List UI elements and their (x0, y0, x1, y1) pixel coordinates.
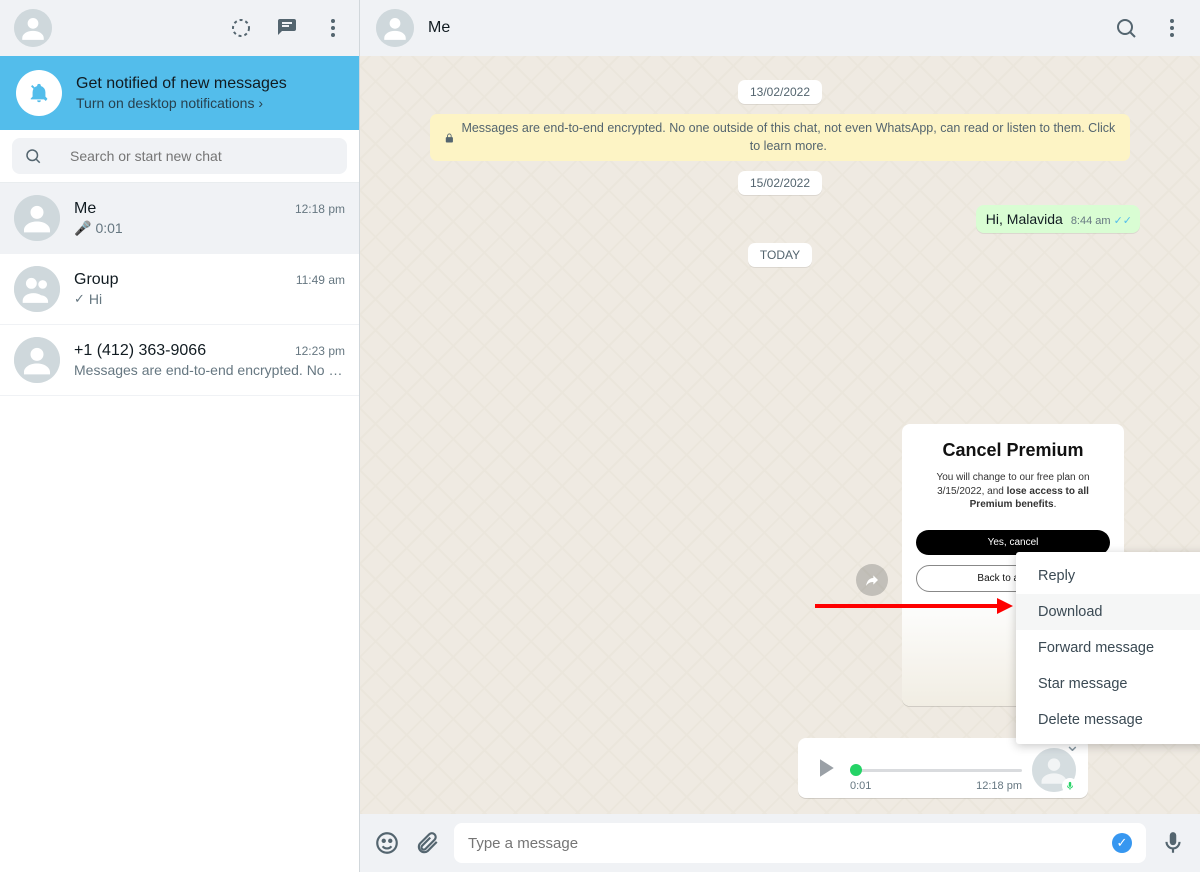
chat-time: 11:49 am (296, 273, 345, 287)
ctx-forward[interactable]: Forward message (1016, 630, 1200, 666)
encryption-text: Messages are end-to-end encrypted. No on… (461, 120, 1116, 155)
search-input[interactable] (70, 148, 335, 164)
read-ticks-icon: ✓✓ (1114, 214, 1132, 227)
avatar (14, 195, 60, 241)
send-badge-icon[interactable]: ✓ (1112, 833, 1132, 853)
lock-icon (444, 132, 455, 144)
chat-item-phone[interactable]: +1 (412) 363-9066 12:23 pm Messages are … (0, 325, 359, 396)
message-out[interactable]: Hi, Malavida 8:44 am ✓✓ (976, 205, 1140, 233)
chat-time: 12:18 pm (295, 202, 345, 216)
check-icon: ✓ (74, 291, 85, 307)
annotation-arrow (815, 604, 999, 608)
mic-record-icon[interactable] (1160, 830, 1186, 856)
chat-time: 12:23 pm (295, 344, 345, 358)
notif-title: Get notified of new messages (76, 75, 287, 93)
context-menu: Reply Download Forward message Star mess… (1016, 552, 1200, 744)
sidebar: Get notified of new messages Turn on des… (0, 0, 360, 872)
my-avatar[interactable] (14, 9, 52, 47)
search-box[interactable] (12, 138, 347, 174)
chat-snippet: Messages are end-to-end encrypted. No on… (74, 362, 345, 378)
date-chip: TODAY (748, 243, 812, 267)
sidebar-header (0, 0, 359, 56)
chat-avatar[interactable] (376, 9, 414, 47)
date-chip: 15/02/2022 (738, 171, 822, 195)
search-row (0, 130, 359, 183)
compose-input[interactable] (468, 835, 1100, 852)
avatar (14, 266, 60, 312)
chat-item-group[interactable]: Group 11:49 am ✓ Hi (0, 254, 359, 325)
ctx-delete[interactable]: Delete message (1016, 702, 1200, 738)
chat-snippet: 0:01 (95, 220, 122, 236)
bell-icon (16, 70, 62, 116)
chat-name: Group (74, 271, 118, 289)
status-icon[interactable] (229, 16, 253, 40)
message-time: 8:44 am (1071, 215, 1111, 227)
chat-name: Me (74, 200, 96, 218)
search-chat-icon[interactable] (1114, 16, 1138, 40)
chat-item-me[interactable]: Me 12:18 pm 🎤 0:01 (0, 183, 359, 254)
encryption-notice[interactable]: Messages are end-to-end encrypted. No on… (430, 114, 1130, 161)
notification-banner[interactable]: Get notified of new messages Turn on des… (0, 56, 359, 130)
chat-pane: Me 13/02/2022 Messages are end-to-end en… (360, 0, 1200, 872)
chat-header: Me (360, 0, 1200, 56)
emoji-icon[interactable] (374, 830, 400, 856)
ctx-reply[interactable]: Reply (1016, 558, 1200, 594)
date-chip: 13/02/2022 (738, 80, 822, 104)
chat-snippet: Hi (89, 291, 102, 307)
notif-subtitle: Turn on desktop notifications › (76, 95, 287, 111)
chat-name: +1 (412) 363-9066 (74, 342, 206, 360)
ctx-star[interactable]: Star message (1016, 666, 1200, 702)
attach-icon[interactable] (414, 830, 440, 856)
avatar (14, 337, 60, 383)
chat-list: Me 12:18 pm 🎤 0:01 Group 11:49 am ✓ Hi (0, 183, 359, 872)
compose-input-wrap[interactable]: ✓ (454, 823, 1146, 863)
chat-title[interactable]: Me (428, 19, 1092, 37)
composer: ✓ (360, 814, 1200, 872)
chat-menu-icon[interactable] (1160, 16, 1184, 40)
search-icon (24, 147, 42, 165)
mic-icon: 🎤 (74, 220, 91, 237)
new-chat-icon[interactable] (275, 16, 299, 40)
message-text: Hi, Malavida (986, 211, 1063, 227)
ctx-download[interactable]: Download (1016, 594, 1200, 630)
menu-icon[interactable] (321, 16, 345, 40)
